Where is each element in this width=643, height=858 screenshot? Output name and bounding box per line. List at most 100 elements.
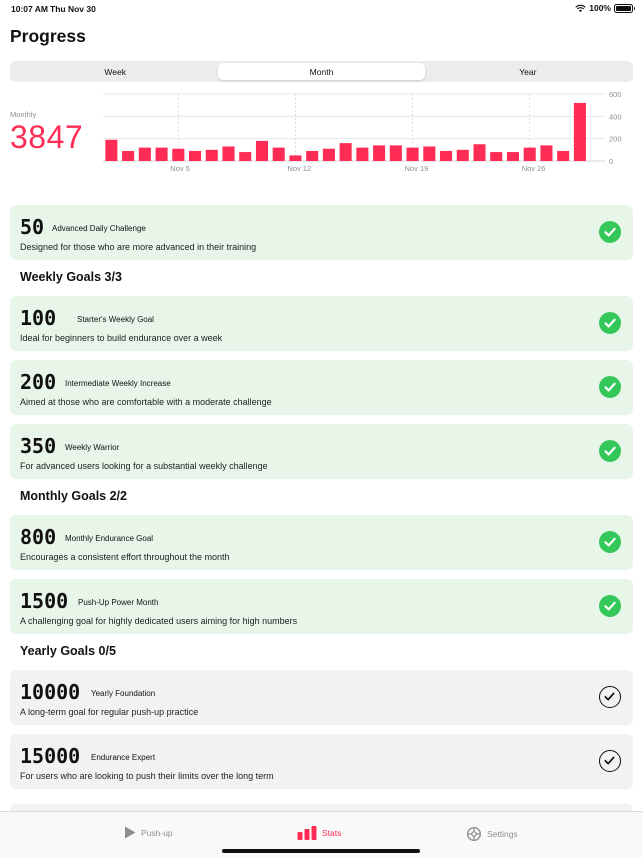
period-segmented-control: Week Month Year — [10, 61, 633, 82]
chart-bar — [389, 145, 402, 161]
monthly-goals-heading: Monthly Goals 2/2 — [20, 489, 127, 503]
gear-icon — [466, 826, 482, 842]
chart-y-tick-label: 600 — [609, 90, 622, 99]
chart-svg: 0 200 400 600 Nov 5 Nov 12 Nov 19 Nov 26 — [103, 90, 622, 173]
chart-bar — [255, 140, 268, 161]
checkmark-icon — [599, 312, 621, 334]
bar-chart-icon — [297, 826, 317, 840]
chart-x-tick-label: Nov 26 — [522, 164, 546, 173]
chart-bar — [356, 147, 369, 161]
play-icon — [125, 826, 136, 839]
goal-title: Push-Up Power Month — [78, 598, 159, 607]
goal-number: 800 — [20, 525, 57, 549]
wifi-icon — [575, 4, 586, 12]
chart-bar — [406, 147, 419, 161]
checkmark-icon — [599, 531, 621, 553]
goal-card-daily[interactable]: 50 Advanced Daily Challenge Designed for… — [10, 205, 633, 260]
goal-title: Intermediate Weekly Increase — [65, 379, 171, 388]
goal-description: Encourages a consistent effort throughou… — [20, 552, 230, 562]
goal-title: Advanced Daily Challenge — [52, 224, 146, 233]
chart-y-tick-label: 200 — [609, 135, 622, 144]
monthly-bar-chart: 0 200 400 600 Nov 5 Nov 12 Nov 19 Nov 26 — [100, 88, 635, 176]
goal-description: Aimed at those who are comfortable with … — [20, 397, 272, 407]
goal-title: Monthly Endurance Goal — [65, 534, 154, 543]
tab-stats[interactable]: Stats — [297, 826, 341, 840]
segment-week[interactable]: Week — [12, 63, 218, 80]
checkmark-icon — [599, 221, 621, 243]
goal-title: Weekly Warrior — [65, 443, 120, 452]
chart-bar — [122, 150, 135, 161]
chart-bar — [189, 150, 202, 161]
goal-number: 15000 — [20, 744, 81, 768]
chart-bar — [440, 150, 453, 161]
chart-bar — [423, 146, 436, 161]
battery-icon — [614, 3, 635, 13]
checkmark-outline-icon — [599, 750, 621, 772]
goal-number: 1500 — [20, 589, 69, 613]
tab-pushup[interactable]: Push-up — [124, 826, 173, 839]
battery-percent: 100% — [589, 3, 611, 13]
checkmark-outline-icon — [599, 686, 621, 708]
status-time: 10:07 AM — [11, 4, 49, 14]
chart-y-tick-label: 400 — [609, 112, 622, 121]
status-date: Thu Nov 30 — [50, 4, 96, 14]
goal-number: 10000 — [20, 680, 81, 704]
goal-card-weekly-100[interactable]: 100 Starter's Weekly Goal Ideal for begi… — [10, 296, 633, 351]
tab-label: Settings — [487, 829, 518, 839]
chart-x-tick-label: Nov 19 — [405, 164, 429, 173]
chart-y-tick-label: 0 — [609, 157, 613, 166]
checkmark-icon — [599, 595, 621, 617]
tab-label: Stats — [322, 828, 342, 838]
home-indicator — [222, 849, 420, 853]
goal-description: A challenging goal for highly dedicated … — [20, 616, 298, 626]
chart-bar — [523, 147, 536, 161]
chart-x-tick-label: Nov 12 — [287, 164, 311, 173]
chart-bar — [473, 144, 486, 161]
segment-month[interactable]: Month — [218, 63, 425, 80]
chart-bar — [289, 155, 302, 161]
goal-description: For advanced users looking for a substan… — [20, 461, 268, 471]
chart-bar — [322, 148, 335, 161]
checkmark-icon — [599, 440, 621, 462]
goal-title: Yearly Foundation — [91, 689, 156, 698]
chart-bar — [172, 148, 185, 161]
goal-number: 350 — [20, 434, 57, 458]
goal-description: A long-term goal for regular push-up pra… — [20, 707, 199, 717]
goal-card-monthly-1500[interactable]: 1500 Push-Up Power Month A challenging g… — [10, 579, 633, 634]
goal-description: Designed for those who are more advanced… — [20, 242, 257, 252]
goal-card-weekly-200[interactable]: 200 Intermediate Weekly Increase Aimed a… — [10, 360, 633, 415]
summary-value: 3847 — [10, 119, 84, 155]
status-bar: 10:07 AM Thu Nov 30 100% — [0, 0, 643, 18]
chart-bar — [105, 139, 118, 161]
status-right: 100% — [575, 3, 635, 13]
segment-year[interactable]: Year — [425, 63, 631, 80]
chart-bar — [239, 152, 252, 161]
tab-settings[interactable]: Settings — [466, 826, 518, 842]
chart-bar — [557, 150, 570, 161]
chart-bar — [222, 146, 235, 161]
chart-bar — [456, 149, 469, 161]
summary-label: Monthly — [10, 110, 37, 119]
chart-bar — [155, 147, 168, 161]
goal-card-monthly-800[interactable]: 800 Monthly Endurance Goal Encourages a … — [10, 515, 633, 570]
page-title: Progress — [10, 26, 86, 46]
goal-card-yearly-10000[interactable]: 10000 Yearly Foundation A long-term goal… — [10, 670, 633, 725]
chart-bar — [339, 143, 352, 161]
weekly-goals-heading: Weekly Goals 3/3 — [20, 270, 122, 284]
chart-bar — [490, 152, 503, 161]
goal-title: Starter's Weekly Goal — [77, 315, 154, 324]
goal-card-yearly-15000[interactable]: 15000 Endurance Expert For users who are… — [10, 734, 633, 789]
chart-bar — [540, 145, 553, 161]
tab-label: Push-up — [141, 827, 173, 838]
goal-card-weekly-350[interactable]: 350 Weekly Warrior For advanced users lo… — [10, 424, 633, 479]
chart-bar — [373, 145, 386, 161]
goals-list: 50 Advanced Daily Challenge Designed for… — [10, 205, 633, 798]
chart-bar — [272, 147, 285, 161]
goal-number: 100 — [20, 306, 57, 330]
chart-bar — [138, 147, 151, 161]
chart-bar — [506, 152, 519, 161]
goal-number: 200 — [20, 370, 57, 394]
chart-x-tick-label: Nov 5 — [170, 164, 190, 173]
checkmark-icon — [599, 376, 621, 398]
yearly-goals-heading: Yearly Goals 0/5 — [20, 644, 116, 658]
